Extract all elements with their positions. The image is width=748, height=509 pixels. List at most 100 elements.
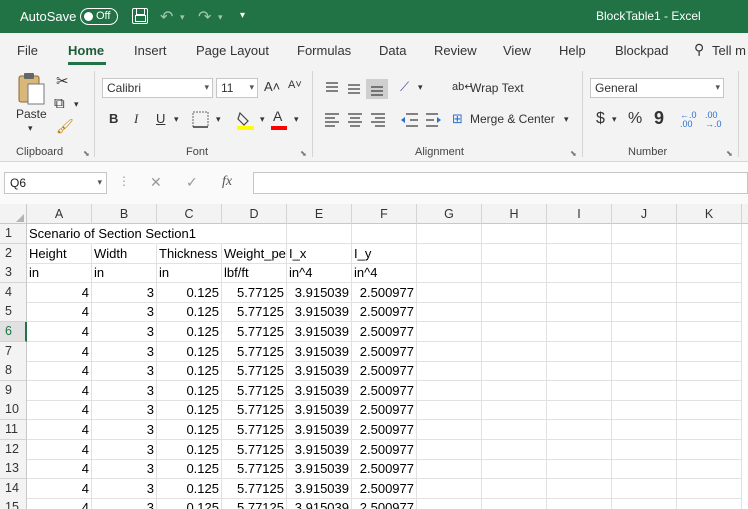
orientation-icon[interactable]: ⟋ [400, 79, 409, 95]
cell-d4[interactable]: 5.77125 [222, 283, 287, 303]
orientation-dropdown-icon[interactable]: ▾ [418, 82, 423, 93]
cell-g1[interactable] [417, 224, 482, 244]
cell-g14[interactable] [417, 479, 482, 499]
lightbulb-icon[interactable]: ⚲ [694, 41, 704, 58]
cell-c15[interactable]: 0.125 [157, 498, 222, 509]
cell-b2[interactable]: Width [92, 244, 157, 264]
cell-f10[interactable]: 2.500977 [352, 400, 417, 420]
formula-input[interactable] [253, 172, 748, 194]
cell-e14[interactable]: 3.915039 [287, 479, 352, 499]
cell-d9[interactable]: 5.77125 [222, 381, 287, 401]
cell-j3[interactable] [612, 263, 677, 283]
fill-color-dropdown-icon[interactable]: ▾ [260, 114, 265, 125]
paste-label[interactable]: Paste [16, 107, 47, 121]
row-header-10[interactable]: 10 [0, 400, 27, 420]
cell-e10[interactable]: 3.915039 [287, 400, 352, 420]
cell-j7[interactable] [612, 342, 677, 362]
cell-a9[interactable]: 4 [27, 381, 92, 401]
row-header-2[interactable]: 2 [0, 244, 27, 264]
cell-b12[interactable]: 3 [92, 440, 157, 460]
row-header-4[interactable]: 4 [0, 283, 27, 303]
redo-dropdown-icon[interactable]: ▾ [218, 12, 223, 23]
cell-f13[interactable]: 2.500977 [352, 459, 417, 479]
cell-e9[interactable]: 3.915039 [287, 381, 352, 401]
merge-center-button[interactable]: Merge & Center [470, 112, 555, 126]
cell-c7[interactable]: 0.125 [157, 342, 222, 362]
cell-g4[interactable] [417, 283, 482, 303]
cell-k1[interactable] [677, 224, 742, 244]
cell-d13[interactable]: 5.77125 [222, 459, 287, 479]
cell-c4[interactable]: 0.125 [157, 283, 222, 303]
tab-page-layout[interactable]: Page Layout [196, 43, 269, 58]
column-header-b[interactable]: B [92, 204, 157, 224]
column-header-j[interactable]: J [612, 204, 677, 224]
merge-center-dropdown-icon[interactable]: ▾ [564, 114, 569, 125]
cell-i13[interactable] [547, 459, 612, 479]
cell-h9[interactable] [482, 381, 547, 401]
cell-e7[interactable]: 3.915039 [287, 342, 352, 362]
cell-h5[interactable] [482, 302, 547, 322]
cell-k6[interactable] [677, 322, 742, 342]
save-icon[interactable] [132, 8, 148, 24]
cell-a7[interactable]: 4 [27, 342, 92, 362]
cell-f3[interactable]: in^4 [352, 263, 417, 283]
cell-k2[interactable] [677, 244, 742, 264]
cell-k5[interactable] [677, 302, 742, 322]
cell-c5[interactable]: 0.125 [157, 302, 222, 322]
cell-a14[interactable]: 4 [27, 479, 92, 499]
cell-d10[interactable]: 5.77125 [222, 400, 287, 420]
column-header-g[interactable]: G [417, 204, 482, 224]
cell-g3[interactable] [417, 263, 482, 283]
font-name-select[interactable]: Calibri ▾ [102, 78, 213, 98]
cell-b7[interactable]: 3 [92, 342, 157, 362]
cell-e8[interactable]: 3.915039 [287, 361, 352, 381]
cell-k13[interactable] [677, 459, 742, 479]
cell-h8[interactable] [482, 361, 547, 381]
cell-f1[interactable] [352, 224, 417, 244]
cell-j9[interactable] [612, 381, 677, 401]
cell-d3[interactable]: lbf/ft [222, 263, 287, 283]
cell-e1[interactable] [287, 224, 352, 244]
column-header-i[interactable]: I [547, 204, 612, 224]
cell-b5[interactable]: 3 [92, 302, 157, 322]
tab-formulas[interactable]: Formulas [297, 43, 351, 58]
cell-e2[interactable]: I_x [287, 244, 352, 264]
cell-j2[interactable] [612, 244, 677, 264]
cell-j11[interactable] [612, 420, 677, 440]
currency-button[interactable]: $ [596, 110, 605, 128]
cell-i12[interactable] [547, 440, 612, 460]
cell-c12[interactable]: 0.125 [157, 440, 222, 460]
tab-blockpad[interactable]: Blockpad [615, 43, 668, 58]
copy-icon[interactable]: ⧉ [54, 95, 65, 112]
tab-file[interactable]: File [17, 43, 38, 58]
cell-c10[interactable]: 0.125 [157, 400, 222, 420]
column-header-a[interactable]: A [27, 204, 92, 224]
insert-function-button[interactable]: fx [222, 174, 232, 190]
cell-i15[interactable] [547, 498, 612, 509]
font-color-icon[interactable]: A [273, 108, 282, 124]
cell-d8[interactable]: 5.77125 [222, 361, 287, 381]
cell-i9[interactable] [547, 381, 612, 401]
cell-c6[interactable]: 0.125 [157, 322, 222, 342]
cell-f4[interactable]: 2.500977 [352, 283, 417, 303]
cell-c3[interactable]: in [157, 263, 222, 283]
cell-i3[interactable] [547, 263, 612, 283]
horizontal-align-icons[interactable] [322, 111, 442, 129]
cell-g13[interactable] [417, 459, 482, 479]
column-header-e[interactable]: E [287, 204, 352, 224]
cell-f11[interactable]: 2.500977 [352, 420, 417, 440]
cell-h2[interactable] [482, 244, 547, 264]
cell-a2[interactable]: Height [27, 244, 92, 264]
cell-d11[interactable]: 5.77125 [222, 420, 287, 440]
cell-d7[interactable]: 5.77125 [222, 342, 287, 362]
row-header-7[interactable]: 7 [0, 342, 27, 362]
cell-i10[interactable] [547, 400, 612, 420]
cell-j6[interactable] [612, 322, 677, 342]
row-header-3[interactable]: 3 [0, 263, 27, 283]
undo-dropdown-icon[interactable]: ▾ [180, 12, 185, 23]
number-launcher-icon[interactable]: ⬊ [726, 149, 733, 158]
cell-i2[interactable] [547, 244, 612, 264]
cell-c9[interactable]: 0.125 [157, 381, 222, 401]
percent-button[interactable]: % [628, 110, 642, 128]
cell-f9[interactable]: 2.500977 [352, 381, 417, 401]
